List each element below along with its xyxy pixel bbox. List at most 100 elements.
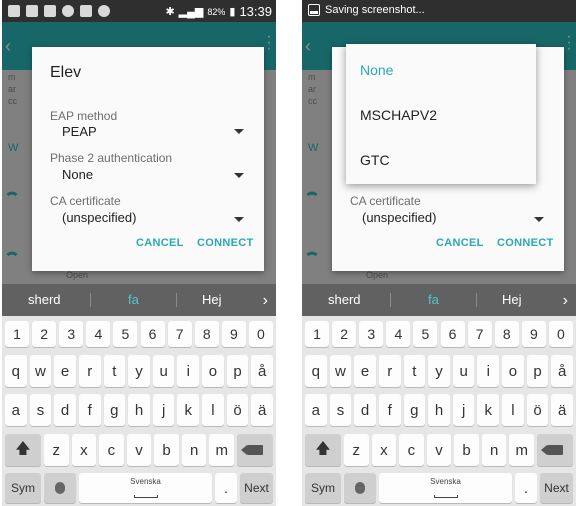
dropdown-arrow-icon[interactable] (234, 173, 244, 178)
key-i[interactable]: i (177, 355, 200, 387)
suggestion-item[interactable]: sherd (328, 292, 361, 307)
key-g[interactable]: g (103, 394, 126, 426)
key-v[interactable]: v (426, 434, 452, 466)
key-2[interactable]: 2 (32, 321, 57, 347)
key-j[interactable]: j (452, 394, 475, 426)
key-9[interactable]: 9 (521, 321, 546, 347)
voice-input-key[interactable] (344, 473, 376, 503)
key-o[interactable]: o (202, 355, 224, 387)
suggestion-item[interactable]: Hej (502, 292, 522, 307)
key-m[interactable]: m (209, 434, 234, 466)
key-r[interactable]: r (378, 355, 401, 387)
key-o[interactable]: o (502, 355, 524, 387)
key-k[interactable]: k (477, 394, 500, 426)
cancel-button[interactable]: CANCEL (136, 237, 184, 249)
menu-item-none[interactable]: None (360, 62, 393, 78)
suggestion-item[interactable]: Hej (202, 292, 222, 307)
connect-button[interactable]: CONNECT (497, 237, 554, 249)
connect-button[interactable]: CONNECT (197, 237, 254, 249)
key-6[interactable]: 6 (140, 321, 165, 347)
key-8[interactable]: 8 (494, 321, 519, 347)
suggestion-item[interactable]: fa (128, 292, 139, 307)
chevron-right-icon[interactable]: › (263, 292, 268, 310)
key-q[interactable]: q (5, 355, 27, 387)
suggestion-item[interactable]: fa (428, 292, 439, 307)
key-g[interactable]: g (403, 394, 426, 426)
key-h[interactable]: h (428, 394, 450, 426)
ca-certificate-value[interactable]: (unspecified) (362, 210, 436, 225)
key-6[interactable]: 6 (440, 321, 465, 347)
key-å[interactable]: å (251, 355, 273, 387)
next-key[interactable]: Next (240, 473, 273, 503)
key-a[interactable]: a (305, 394, 327, 426)
key-a[interactable]: a (5, 394, 27, 426)
key-4[interactable]: 4 (86, 321, 111, 347)
dropdown-arrow-icon[interactable] (234, 217, 244, 222)
key-e[interactable]: e (354, 355, 376, 387)
key-t[interactable]: t (403, 355, 426, 387)
cancel-button[interactable]: CANCEL (436, 237, 484, 249)
key-3[interactable]: 3 (359, 321, 384, 347)
key-z[interactable]: z (344, 434, 369, 466)
key-2[interactable]: 2 (332, 321, 357, 347)
key-x[interactable]: x (371, 434, 397, 466)
key-u[interactable]: u (152, 355, 175, 387)
key-s[interactable]: s (29, 394, 52, 426)
key-x[interactable]: x (71, 434, 97, 466)
key-9[interactable]: 9 (221, 321, 246, 347)
key-e[interactable]: e (54, 355, 76, 387)
key-j[interactable]: j (152, 394, 175, 426)
key-f[interactable]: f (78, 394, 101, 426)
key-d[interactable]: d (54, 394, 76, 426)
period-key[interactable]: . (215, 473, 237, 503)
dropdown-arrow-icon[interactable] (234, 129, 244, 134)
key-5[interactable]: 5 (413, 321, 438, 347)
key-z[interactable]: z (44, 434, 69, 466)
backspace-key[interactable] (537, 434, 573, 466)
key-r[interactable]: r (78, 355, 101, 387)
key-ä[interactable]: ä (251, 394, 273, 426)
voice-input-key[interactable] (44, 473, 76, 503)
key-u[interactable]: u (452, 355, 475, 387)
key-y[interactable]: y (128, 355, 150, 387)
menu-item-mschapv2[interactable]: MSCHAPV2 (360, 107, 437, 123)
key-l[interactable]: l (202, 394, 224, 426)
key-5[interactable]: 5 (113, 321, 138, 347)
dropdown-arrow-icon[interactable] (534, 217, 544, 222)
key-w[interactable]: w (29, 355, 52, 387)
key-ö[interactable]: ö (226, 394, 249, 426)
menu-item-gtc[interactable]: GTC (360, 152, 390, 168)
key-0[interactable]: 0 (548, 321, 573, 347)
key-y[interactable]: y (428, 355, 450, 387)
key-w[interactable]: w (329, 355, 352, 387)
key-3[interactable]: 3 (59, 321, 84, 347)
key-i[interactable]: i (477, 355, 500, 387)
shift-key[interactable]: 🡅 (305, 434, 341, 466)
suggestion-item[interactable]: sherd (28, 292, 61, 307)
next-key[interactable]: Next (540, 473, 573, 503)
key-c[interactable]: c (399, 434, 424, 466)
key-n[interactable]: n (481, 434, 507, 466)
key-v[interactable]: v (126, 434, 152, 466)
eap-method-value[interactable]: PEAP (62, 124, 97, 139)
phase2-auth-value[interactable]: None (62, 167, 93, 182)
key-t[interactable]: t (103, 355, 126, 387)
key-7[interactable]: 7 (467, 321, 492, 347)
key-f[interactable]: f (378, 394, 401, 426)
key-c[interactable]: c (99, 434, 124, 466)
key-1[interactable]: 1 (305, 321, 330, 347)
key-l[interactable]: l (502, 394, 524, 426)
key-h[interactable]: h (128, 394, 150, 426)
key-b[interactable]: b (154, 434, 179, 466)
key-4[interactable]: 4 (386, 321, 411, 347)
key-d[interactable]: d (354, 394, 376, 426)
sym-key[interactable]: Sym (305, 473, 341, 503)
ca-certificate-value[interactable]: (unspecified) (62, 210, 136, 225)
key-0[interactable]: 0 (248, 321, 273, 347)
key-å[interactable]: å (551, 355, 573, 387)
key-7[interactable]: 7 (167, 321, 192, 347)
backspace-key[interactable] (237, 434, 273, 466)
key-p[interactable]: p (226, 355, 249, 387)
key-q[interactable]: q (305, 355, 327, 387)
key-8[interactable]: 8 (194, 321, 219, 347)
